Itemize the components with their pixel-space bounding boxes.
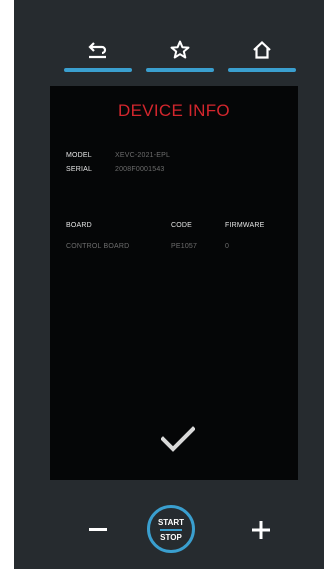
back-button-indicator [64, 68, 132, 72]
serial-label: SERIAL [66, 166, 93, 173]
board-cell: CONTROL BOARD [66, 243, 130, 250]
serial-value: 2008F0001543 [115, 166, 165, 173]
firmware-cell: 0 [225, 243, 230, 250]
column-header-firmware: FIRMWARE [225, 222, 265, 229]
model-value: XEVC-2021-EPL [115, 152, 171, 159]
plus-icon[interactable] [252, 521, 270, 539]
page-title: DEVICE INFO [118, 101, 230, 120]
checkmark-icon[interactable] [161, 426, 195, 452]
back-arrow-icon [88, 42, 107, 59]
home-icon [253, 40, 271, 59]
home-button[interactable] [228, 32, 296, 72]
favorite-button[interactable] [146, 32, 214, 72]
start-stop-divider [160, 529, 182, 531]
stop-label: STOP [160, 533, 182, 542]
minus-icon[interactable] [89, 528, 107, 532]
star-icon [170, 40, 190, 59]
home-button-indicator [228, 68, 296, 72]
column-header-board: BOARD [66, 222, 92, 229]
start-label: START [157, 518, 185, 527]
start-stop-button[interactable]: START STOP [147, 505, 195, 553]
model-label: MODEL [66, 152, 92, 159]
column-header-code: CODE [171, 222, 193, 229]
favorite-button-indicator [146, 68, 214, 72]
device-info-screen: DEVICE INFO MODEL XEVC-2021-EPL SERIAL 2… [50, 86, 298, 480]
back-button[interactable] [64, 32, 132, 72]
code-cell: PE1057 [171, 243, 198, 250]
